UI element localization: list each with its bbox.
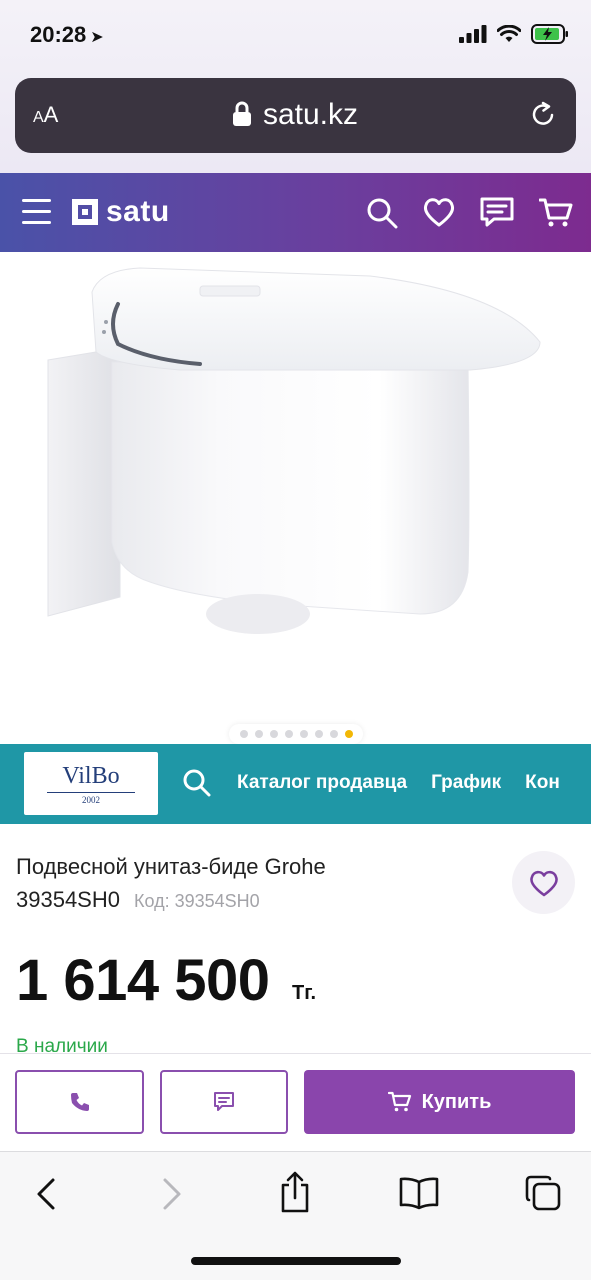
gallery-dot[interactable] (329, 730, 338, 738)
seller-logo-year: 2002 (82, 795, 100, 805)
buy-button[interactable]: Купить (304, 1070, 575, 1134)
gallery-dot[interactable] (299, 730, 308, 738)
browser-top-chrome: 20:28➤ AAAA satu.kz (0, 0, 591, 173)
seller-nav: Каталог продавца График Кон (237, 772, 560, 794)
url-text: satu.kz (262, 98, 359, 131)
cellular-signal-icon (459, 25, 487, 43)
site-logo[interactable]: satu (72, 195, 170, 229)
gallery-dot[interactable] (269, 730, 278, 738)
gallery-pagination (229, 724, 363, 744)
status-indicators (459, 24, 569, 44)
seller-link-contacts[interactable]: Кон (525, 772, 560, 794)
forward-icon[interactable] (160, 1174, 184, 1214)
bookmarks-icon[interactable] (399, 1176, 439, 1210)
seller-logo[interactable]: VilBo 2002 (24, 752, 158, 815)
product-code: Код: 39354SH0 (133, 891, 260, 911)
phone-icon (70, 1093, 89, 1111)
cart-icon (387, 1091, 411, 1112)
reload-icon[interactable] (528, 100, 558, 130)
action-bar: Купить (0, 1053, 591, 1151)
product-gallery[interactable] (0, 252, 591, 744)
stock-status: В наличии (16, 1036, 108, 1054)
price-currency: Тг. (292, 982, 317, 1004)
product-price: 1 614 500 (16, 948, 270, 1013)
seller-search-icon[interactable] (182, 768, 212, 798)
seller-logo-divider (47, 792, 135, 793)
status-time: 20:28 ➤ (30, 22, 104, 48)
buy-button-label: Купить (421, 1090, 492, 1113)
battery-charging-icon (531, 24, 568, 44)
back-icon[interactable] (34, 1174, 58, 1214)
seller-logo-name: VilBo (62, 763, 120, 789)
product-title: Подвесной унитаз-биде Grohe 39354SH0 Код:… (16, 850, 456, 918)
share-icon[interactable] (278, 1170, 312, 1214)
logo-text: satu (106, 195, 170, 228)
messages-icon[interactable] (480, 197, 514, 227)
header-actions (366, 197, 573, 229)
cart-icon[interactable] (539, 197, 573, 229)
chat-icon (214, 1092, 234, 1111)
address-bar[interactable]: AAAA satu.kz (15, 78, 576, 153)
status-time-text: 20:28 (30, 22, 87, 47)
heart-outline-icon (529, 870, 558, 896)
favorite-button[interactable] (512, 851, 575, 914)
message-button[interactable] (160, 1070, 288, 1134)
gallery-dot[interactable] (314, 730, 323, 738)
heart-icon[interactable] (423, 197, 455, 227)
logo-mark-icon (72, 199, 98, 225)
gallery-dot[interactable] (254, 730, 263, 738)
url-display[interactable]: satu.kz (15, 98, 576, 132)
lock-icon (232, 101, 251, 126)
product-image[interactable] (0, 252, 591, 744)
gallery-dot-active[interactable] (344, 730, 353, 738)
seller-bar: VilBo 2002 Каталог продавца График Кон (0, 744, 591, 824)
home-indicator (191, 1257, 401, 1265)
wifi-icon (497, 25, 521, 42)
site-header: satu (0, 173, 591, 252)
seller-link-catalog[interactable]: Каталог продавца (237, 772, 407, 794)
gallery-dot[interactable] (239, 730, 248, 738)
menu-icon[interactable] (22, 199, 51, 225)
location-arrow-icon: ➤ (90, 29, 104, 46)
call-button[interactable] (15, 1070, 144, 1134)
gallery-dot[interactable] (284, 730, 293, 738)
tabs-icon[interactable] (524, 1174, 562, 1212)
search-icon[interactable] (366, 197, 398, 229)
seller-link-schedule[interactable]: График (431, 772, 501, 794)
